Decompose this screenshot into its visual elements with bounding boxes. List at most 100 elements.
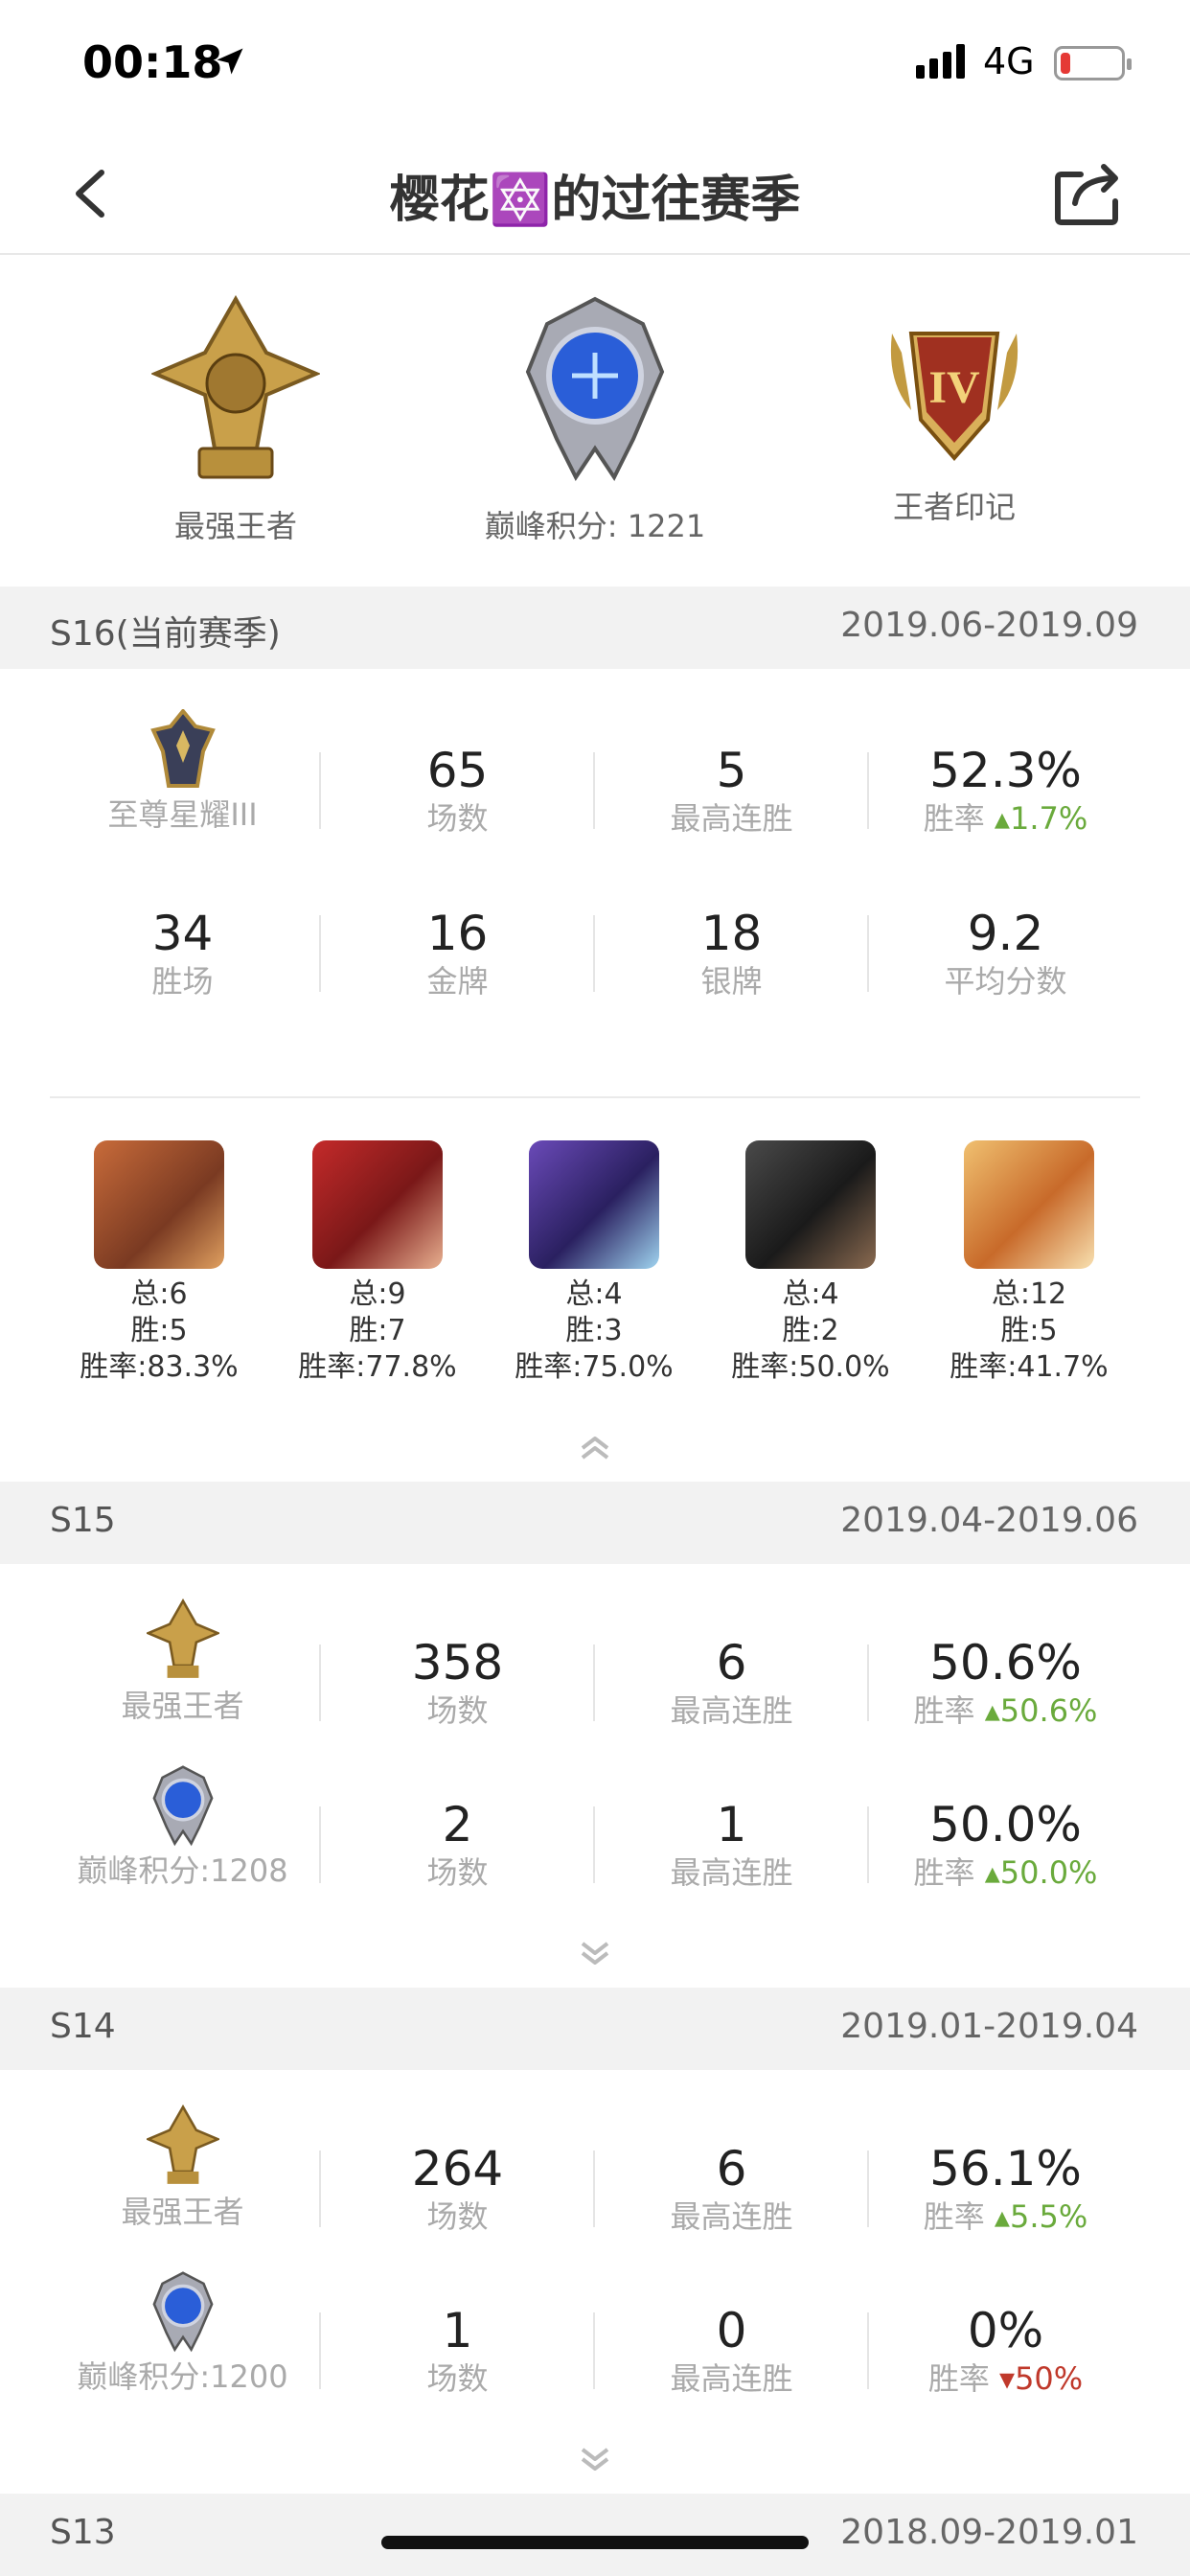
hero-avatar (529, 1140, 659, 1269)
share-icon[interactable] (1052, 159, 1125, 226)
hero-total: 总:4 (782, 1277, 839, 1311)
hero-rate: 胜率:50.0% (731, 1350, 890, 1384)
stat-label: 最高连胜 (670, 1692, 793, 1729)
s14-peak-rank-cell: 巅峰积分:1200 (46, 2271, 319, 2396)
stat-label: 场数 (426, 2360, 489, 2397)
hero-wins: 胜:3 (565, 1314, 623, 1347)
nav-bar: 樱花🔯的过往赛季 (0, 125, 1190, 255)
svg-text:IV: IV (928, 362, 980, 413)
expand-chevron-icon[interactable] (577, 2446, 613, 2471)
battery-icon (1054, 46, 1132, 80)
stat-label: 胜率 (923, 800, 985, 837)
stat-games: 264 场数 (321, 2140, 594, 2236)
hero-avatar (312, 1140, 443, 1269)
rank-label: 至尊星耀III (107, 796, 258, 833)
hero-card[interactable]: 总:4 胜:3 胜率:75.0% (489, 1140, 699, 1386)
stat-label: 场数 (426, 2198, 489, 2235)
strongest-king-emblem-icon (146, 2104, 219, 2184)
expand-chevron-icon[interactable] (577, 1940, 613, 1965)
season-header-s16: S16(当前赛季) 2019.06-2019.09 (0, 586, 1190, 669)
stat-value: 264 (411, 2141, 504, 2196)
hero-avatar (745, 1140, 876, 1269)
stat-label: 最高连胜 (670, 2360, 793, 2397)
stat-value: 1 (716, 1797, 747, 1852)
stat-max-streak: 5 最高连胜 (595, 742, 868, 838)
stat-games: 65 场数 (321, 742, 594, 838)
strongest-king-badge[interactable]: 最强王者 (54, 295, 418, 546)
hero-rate: 胜率:77.8% (298, 1350, 457, 1384)
page-title: 樱花🔯的过往赛季 (389, 172, 801, 229)
hero-card[interactable]: 总:12 胜:5 胜率:41.7% (924, 1140, 1134, 1386)
network-type: 4G (983, 40, 1035, 82)
stat-value: 358 (411, 1635, 504, 1690)
strongest-king-emblem-icon (151, 295, 320, 479)
peak-emblem-icon (152, 2271, 213, 2353)
rank-label: 最强王者 (121, 2194, 244, 2230)
season-dates: 2019.04-2019.06 (840, 1501, 1138, 1540)
trend-up-icon: ▴ (994, 800, 1010, 837)
stat-label: 场数 (426, 1692, 489, 1729)
stat-label: 胜场 (151, 963, 214, 1000)
stat-max-streak: 0 最高连胜 (595, 2302, 868, 2398)
rank-label: 巅峰积分:1208 (77, 1852, 288, 1889)
home-indicator[interactable] (381, 2536, 809, 2549)
location-arrow-icon (217, 48, 243, 75)
stat-value: 6 (716, 1635, 747, 1690)
stat-value: 52.3% (929, 743, 1082, 798)
signal-icon (916, 44, 965, 79)
stat-max-streak: 1 最高连胜 (595, 1796, 868, 1892)
hero-card[interactable]: 总:6 胜:5 胜率:83.3% (54, 1140, 264, 1386)
star-rank-emblem-icon (149, 709, 216, 788)
hero-avatar (964, 1140, 1094, 1269)
stat-value: 9.2 (967, 906, 1044, 961)
stat-value: 5 (716, 743, 747, 798)
stat-delta: 5.5% (1009, 2198, 1088, 2235)
hero-rate: 胜率:83.3% (80, 1350, 239, 1384)
hero-card[interactable]: 总:4 胜:2 胜率:50.0% (705, 1140, 916, 1386)
stat-label: 场数 (426, 800, 489, 837)
stat-label: 胜率 (913, 1854, 975, 1891)
stat-value: 34 (151, 906, 214, 961)
stat-label: 银牌 (700, 963, 763, 1000)
stat-delta: 50% (1015, 2360, 1084, 2397)
stat-label: 胜率 (913, 1692, 975, 1729)
stat-value: 1 (442, 2303, 473, 2358)
stat-max-streak: 6 最高连胜 (595, 1634, 868, 1730)
king-mark-badge[interactable]: IV 王者印记 (772, 295, 1136, 527)
s15-peak-rank-cell: 巅峰积分:1208 (46, 1765, 319, 1890)
badge-label: 王者印记 (892, 489, 1016, 525)
s14-king-rank-cell: 最强王者 (46, 2104, 319, 2231)
hero-card[interactable]: 总:9 胜:7 胜率:77.8% (272, 1140, 483, 1386)
badge-label: 巅峰积分: 1221 (484, 508, 706, 544)
stat-win-rate: 0% 胜率 ▾50% (869, 2302, 1142, 2398)
hero-wins: 胜:5 (1000, 1314, 1058, 1347)
season-name: S15 (50, 1501, 116, 1540)
collapse-chevron-icon[interactable] (577, 1435, 613, 1460)
badge-label: 最强王者 (173, 508, 297, 544)
hero-wins: 胜:5 (130, 1314, 188, 1347)
stat-games: 358 场数 (321, 1634, 594, 1730)
stat-win-rate: 56.1% 胜率 ▴5.5% (869, 2140, 1142, 2236)
stat-value: 0% (967, 2303, 1044, 2358)
stat-wins: 34 胜场 (46, 905, 319, 1000)
king-mark-emblem-icon: IV (890, 332, 1018, 462)
stat-value: 50.0% (929, 1797, 1082, 1852)
stat-label: 胜率 (923, 2198, 985, 2235)
hero-wins: 胜:2 (782, 1314, 839, 1347)
s15-king-rank-cell: 最强王者 (46, 1598, 319, 1725)
strongest-king-emblem-icon (146, 1598, 219, 1678)
stat-win-rate: 50.6% 胜率 ▴50.6% (869, 1634, 1142, 1730)
hero-avatar (94, 1140, 224, 1269)
s16-rank-cell: 至尊星耀III (46, 709, 319, 834)
hero-total: 总:12 (991, 1277, 1067, 1311)
stat-value: 2 (442, 1797, 473, 1852)
stat-max-streak: 6 最高连胜 (595, 2140, 868, 2236)
hero-total: 总:9 (349, 1277, 406, 1311)
season-dates: 2019.01-2019.04 (840, 2007, 1138, 2046)
stat-games: 1 场数 (321, 2302, 594, 2398)
season-name: S13 (50, 2513, 116, 2552)
stat-label: 最高连胜 (670, 2198, 793, 2235)
peak-score-badge[interactable]: 巅峰积分: 1221 (413, 295, 777, 546)
stat-value: 6 (716, 2141, 747, 2196)
divider (50, 1096, 1140, 1098)
